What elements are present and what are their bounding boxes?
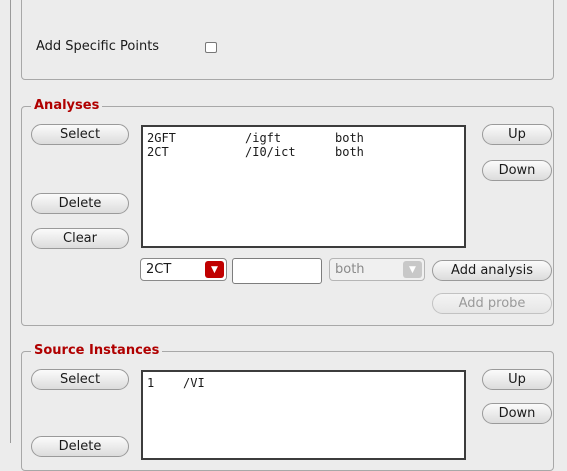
- chevron-down-icon[interactable]: ▼: [403, 261, 422, 278]
- analyses-clear-button[interactable]: Clear: [31, 228, 129, 249]
- list-item[interactable]: 2GFT /igft both: [147, 131, 447, 145]
- source-instances-up-button[interactable]: Up: [482, 369, 552, 390]
- analysis-name-input[interactable]: [232, 258, 322, 284]
- source-instances-down-button[interactable]: Down: [482, 403, 552, 424]
- instance-index: 1: [147, 376, 155, 390]
- options-group: Add Specific Points: [21, 0, 554, 80]
- analyses-select-button[interactable]: Select: [31, 124, 129, 145]
- list-item[interactable]: 2CT /I0/ict both: [147, 145, 447, 159]
- add-specific-points-checkbox[interactable]: [205, 42, 217, 53]
- add-analysis-button[interactable]: Add analysis: [432, 260, 552, 281]
- list-item[interactable]: 1 /VI: [147, 376, 447, 390]
- source-instances-select-button[interactable]: Select: [31, 369, 129, 390]
- analyses-title: Analyses: [31, 98, 103, 114]
- mode-select-value: both: [335, 262, 365, 277]
- left-edge-line: [10, 0, 11, 443]
- analysis-name: 2GFT: [147, 131, 176, 145]
- analysis-mode: both: [335, 131, 364, 145]
- source-instances-title: Source Instances: [31, 343, 163, 359]
- analyses-list[interactable]: 2GFT /igft both 2CT /I0/ict both: [141, 125, 466, 248]
- analysis-path: /I0/ict: [245, 145, 296, 159]
- add-probe-button[interactable]: Add probe: [432, 293, 552, 314]
- analysis-path: /igft: [245, 131, 282, 145]
- analysis-name: 2CT: [147, 145, 169, 159]
- instance-path: /VI: [183, 376, 205, 390]
- analyses-down-button[interactable]: Down: [482, 160, 552, 181]
- mode-select[interactable]: both ▼: [329, 258, 425, 281]
- analysis-type-select[interactable]: 2CT ▼: [140, 258, 227, 281]
- add-specific-points-label: Add Specific Points: [36, 39, 160, 54]
- source-instances-delete-button[interactable]: Delete: [31, 436, 129, 457]
- analyses-delete-button[interactable]: Delete: [31, 193, 129, 214]
- analyses-up-button[interactable]: Up: [482, 124, 552, 145]
- analysis-mode: both: [335, 145, 364, 159]
- chevron-down-icon[interactable]: ▼: [205, 261, 224, 278]
- source-instances-list[interactable]: 1 /VI: [141, 370, 466, 460]
- analysis-type-value: 2CT: [146, 262, 172, 277]
